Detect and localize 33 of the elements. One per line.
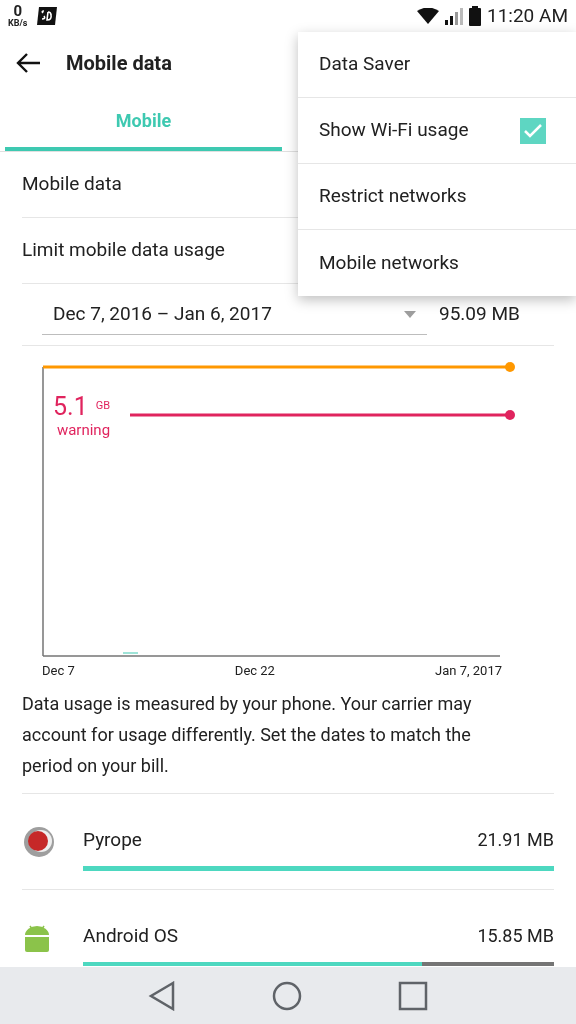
menu-item[interactable]: Restrict networks — [319, 182, 467, 211]
clock: 11:20 AM — [487, 2, 568, 29]
wifi-icon — [417, 8, 439, 24]
menu-item[interactable]: Data Saver — [319, 50, 411, 79]
back-icon[interactable] — [148, 980, 176, 1011]
speed-value: 0 — [13, 4, 22, 19]
setting-label[interactable]: Mobile data — [22, 170, 122, 199]
warning-label: warning — [56, 423, 111, 438]
app-name[interactable]: Android OS — [83, 921, 179, 951]
total-usage: 95.09 MB — [439, 301, 520, 328]
usage-note: Data usage is measured by your phone. Your carrier may account for usage differently. Set the dates to match the period on your bill. — [22, 688, 554, 794]
speed-unit: KB/s — [8, 19, 28, 28]
home-icon[interactable] — [272, 980, 302, 1011]
axis-label: Dec 7 — [42, 662, 75, 680]
menu-item[interactable]: Show Wi-Fi usage — [319, 116, 469, 145]
warning-value: 5.1 — [53, 394, 88, 419]
back-arrow-icon[interactable] — [16, 52, 42, 74]
check-icon — [524, 123, 542, 138]
setting-label[interactable]: Limit mobile data usage — [22, 236, 225, 265]
app-icon — [22, 824, 56, 859]
app-name[interactable]: Pyrope — [83, 825, 142, 855]
app-usage: 15.85 MB — [477, 923, 554, 948]
dropdown-caret-icon — [404, 310, 416, 318]
menu-item[interactable]: Mobile networks — [319, 248, 459, 278]
warning-unit: GB — [95, 400, 111, 411]
app-usage: 21.91 MB — [477, 827, 554, 852]
axis-label: Dec 22 — [234, 662, 275, 680]
battery-icon — [469, 6, 481, 26]
screen-title: Mobile data — [66, 50, 172, 77]
recents-icon[interactable] — [398, 980, 428, 1011]
checkbox[interactable] — [520, 117, 546, 144]
axis-label: Jan 7, 2017 — [435, 662, 502, 680]
signal-icon — [445, 7, 463, 25]
